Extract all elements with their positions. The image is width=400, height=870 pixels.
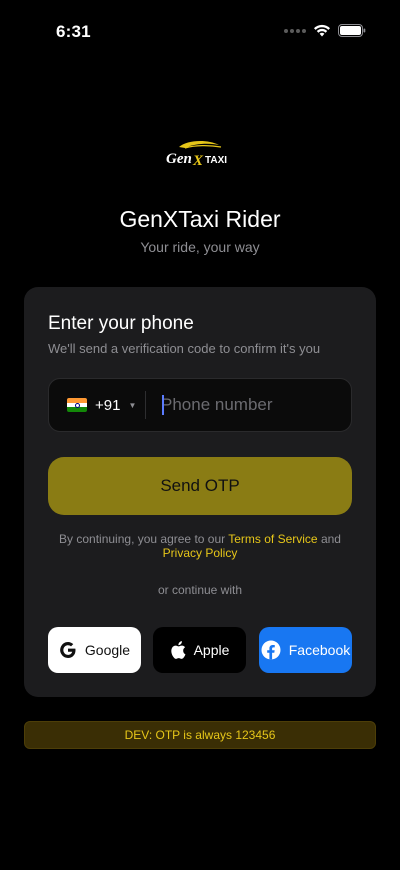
logo-text-taxi: TAXI xyxy=(205,155,227,166)
terms-and: and xyxy=(320,532,341,546)
card-subtitle: We'll send a verification code to confir… xyxy=(48,341,321,356)
status-time: 6:31 xyxy=(56,22,91,41)
facebook-login-button[interactable]: Facebook xyxy=(259,627,352,673)
phone-number-input[interactable] xyxy=(161,379,341,431)
facebook-label: Facebook xyxy=(288,642,351,658)
app-title: GenXTaxi Rider xyxy=(119,206,281,232)
apple-login-button[interactable]: Apple xyxy=(153,627,246,673)
chevron-down-icon: ▼ xyxy=(128,400,137,410)
terms-of-service-link[interactable]: Terms of Service xyxy=(228,532,317,546)
logo-text-gen: Gen xyxy=(166,151,192,167)
send-otp-button[interactable]: Send OTP xyxy=(48,457,352,515)
india-flag-icon xyxy=(67,398,87,412)
google-login-button[interactable]: Google xyxy=(48,627,141,673)
phone-login-card: Enter your phone We'll send a verificati… xyxy=(24,287,376,697)
card-title: Enter your phone xyxy=(48,313,194,334)
terms-notice: By continuing, you agree to our Terms of… xyxy=(48,532,352,560)
logo-container: Gen X TAXI xyxy=(0,138,400,172)
app-subtitle: Your ride, your way xyxy=(140,239,260,255)
signal-icon xyxy=(284,28,306,33)
wifi-icon xyxy=(314,24,330,37)
battery-icon xyxy=(338,24,366,37)
genx-taxi-logo: Gen X TAXI xyxy=(166,141,227,169)
google-icon xyxy=(60,642,76,658)
status-icons xyxy=(284,24,366,37)
apple-label: Apple xyxy=(193,642,230,658)
google-label: Google xyxy=(84,642,131,658)
status-bar: 6:31 xyxy=(0,0,400,60)
terms-prefix: By continuing, you agree to our xyxy=(59,532,226,546)
facebook-icon xyxy=(261,640,281,660)
phone-input-row: +91 ▼ xyxy=(48,378,352,432)
apple-icon xyxy=(170,641,186,659)
or-continue-label: or continue with xyxy=(157,583,243,597)
logo-text-x: X xyxy=(192,153,204,169)
social-login-row: Google Apple Facebook xyxy=(48,627,352,673)
input-divider xyxy=(145,391,146,419)
text-cursor xyxy=(162,395,164,415)
privacy-policy-link[interactable]: Privacy Policy xyxy=(163,546,238,560)
country-code: +91 xyxy=(95,396,121,414)
country-code-picker[interactable]: +91 ▼ xyxy=(67,379,136,431)
dev-otp-banner: DEV: OTP is always 123456 xyxy=(24,721,376,749)
